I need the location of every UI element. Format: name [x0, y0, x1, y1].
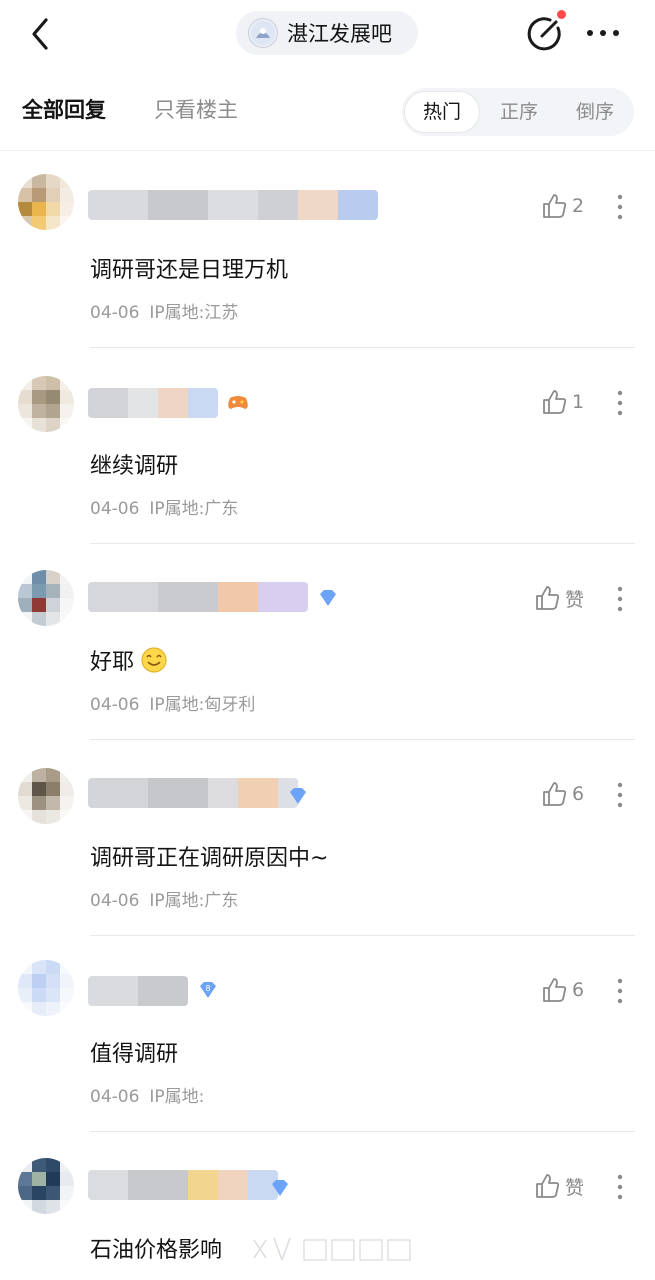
like-count: 1 — [572, 391, 585, 413]
more-vertical-icon[interactable] — [609, 584, 631, 614]
avatar[interactable] — [18, 174, 74, 230]
comment-date: 04-06 — [90, 695, 140, 715]
comment-ip: IP属地:江苏 — [149, 303, 239, 323]
comment-text: 调研哥正在调研原因中~ — [90, 846, 329, 871]
sort-descending[interactable]: 倒序 — [558, 92, 632, 132]
notification-dot — [557, 10, 566, 19]
game-controller-icon — [226, 390, 250, 414]
comment-date: 04-06 — [90, 303, 140, 323]
more-vertical-icon[interactable] — [609, 976, 631, 1006]
forum-pill[interactable]: 湛江发展吧 — [236, 11, 418, 55]
thumbs-up-icon — [536, 586, 560, 610]
tab-op-only[interactable]: 只看楼主 — [154, 94, 238, 124]
username-blurred[interactable] — [88, 582, 308, 612]
like-button[interactable]: 赞 — [533, 584, 584, 612]
top-bar: 湛江发展吧 — [0, 0, 655, 70]
level-badge-icon — [316, 586, 340, 610]
comment-item: 6 调研哥正在调研原因中~ 04-06 IP属地:广东 — [0, 740, 655, 936]
comment-item: 赞 好耶 04-06 IP属地:匈牙利 — [0, 544, 655, 740]
back-icon[interactable] — [24, 14, 58, 54]
comment-item: 8 6 值得调研 04-06 IP属地: — [0, 936, 655, 1132]
comment-ip: IP属地:广东 — [149, 499, 239, 519]
site-watermark-logo — [248, 1232, 438, 1276]
smile-emoji-icon — [140, 646, 168, 680]
level-badge-icon — [286, 784, 310, 808]
sort-toggle: 热门 正序 倒序 — [402, 88, 634, 136]
level-badge-icon — [268, 1176, 292, 1200]
avatar[interactable] — [18, 768, 74, 824]
comment-text: 石油价格影响 — [90, 1238, 223, 1263]
more-horizontal-icon[interactable] — [582, 18, 624, 48]
comment-date: 04-06 — [90, 1087, 140, 1107]
svg-text:8: 8 — [205, 984, 210, 993]
level-badge-icon: 8 — [196, 978, 220, 1002]
sort-ascending[interactable]: 正序 — [482, 92, 556, 132]
like-count: 赞 — [565, 588, 585, 611]
divider — [0, 150, 655, 151]
username-blurred[interactable] — [88, 388, 218, 418]
comment-text: 值得调研 — [90, 1042, 179, 1067]
forum-avatar-icon — [248, 18, 278, 48]
avatar[interactable] — [18, 960, 74, 1016]
like-count: 6 — [572, 783, 585, 805]
comment-ip: IP属地:匈牙利 — [149, 695, 256, 715]
thumbs-up-icon — [536, 1174, 560, 1198]
comment-ip: IP属地: — [149, 1087, 205, 1107]
like-count: 赞 — [565, 1176, 585, 1199]
like-button[interactable]: 6 — [540, 780, 584, 808]
like-button[interactable]: 6 — [540, 976, 584, 1004]
like-count: 6 — [572, 979, 585, 1001]
like-count: 2 — [572, 195, 585, 217]
username-blurred[interactable] — [88, 190, 378, 220]
more-vertical-icon[interactable] — [609, 780, 631, 810]
like-button[interactable]: 赞 — [533, 1172, 584, 1200]
thumbs-up-icon — [543, 978, 567, 1002]
forum-name: 湛江发展吧 — [287, 22, 392, 46]
comment-date: 04-06 — [90, 891, 140, 911]
avatar[interactable] — [18, 376, 74, 432]
comment-text-body: 好耶 — [90, 650, 135, 675]
comment-ip: IP属地:广东 — [149, 891, 239, 911]
like-button[interactable]: 2 — [540, 192, 584, 220]
like-button[interactable]: 1 — [540, 388, 584, 416]
edit-post-icon[interactable] — [526, 14, 564, 52]
comment-text: 调研哥还是日理万机 — [90, 258, 289, 283]
comment-meta: 04-06 IP属地: — [90, 1082, 204, 1107]
comment-meta: 04-06 IP属地:江苏 — [90, 298, 238, 323]
thumbs-up-icon — [543, 194, 567, 218]
thumbs-up-icon — [543, 782, 567, 806]
avatar[interactable] — [18, 570, 74, 626]
sort-hot[interactable]: 热门 — [405, 92, 479, 132]
comment-meta: 04-06 IP属地:广东 — [90, 494, 238, 519]
more-vertical-icon[interactable] — [609, 192, 631, 222]
comment-date: 04-06 — [90, 499, 140, 519]
avatar[interactable] — [18, 1158, 74, 1214]
comment-meta: 04-06 IP属地:广东 — [90, 886, 238, 911]
comment-text: 继续调研 — [90, 454, 179, 479]
comment-meta: 04-06 IP属地:匈牙利 — [90, 690, 255, 715]
comment-item: 2 调研哥还是日理万机 04-06 IP属地:江苏 — [0, 152, 655, 348]
thumbs-up-icon — [543, 390, 567, 414]
more-vertical-icon[interactable] — [609, 388, 631, 418]
username-blurred[interactable] — [88, 1170, 278, 1200]
username-blurred[interactable] — [88, 778, 298, 808]
more-vertical-icon[interactable] — [609, 1172, 631, 1202]
reply-tabs: 全部回复 只看楼主 热门 正序 倒序 — [0, 82, 655, 142]
comment-text: 好耶 — [90, 644, 168, 680]
comment-item: 1 继续调研 04-06 IP属地:广东 — [0, 348, 655, 544]
tab-all-replies[interactable]: 全部回复 — [22, 94, 106, 124]
username-blurred[interactable] — [88, 976, 188, 1006]
